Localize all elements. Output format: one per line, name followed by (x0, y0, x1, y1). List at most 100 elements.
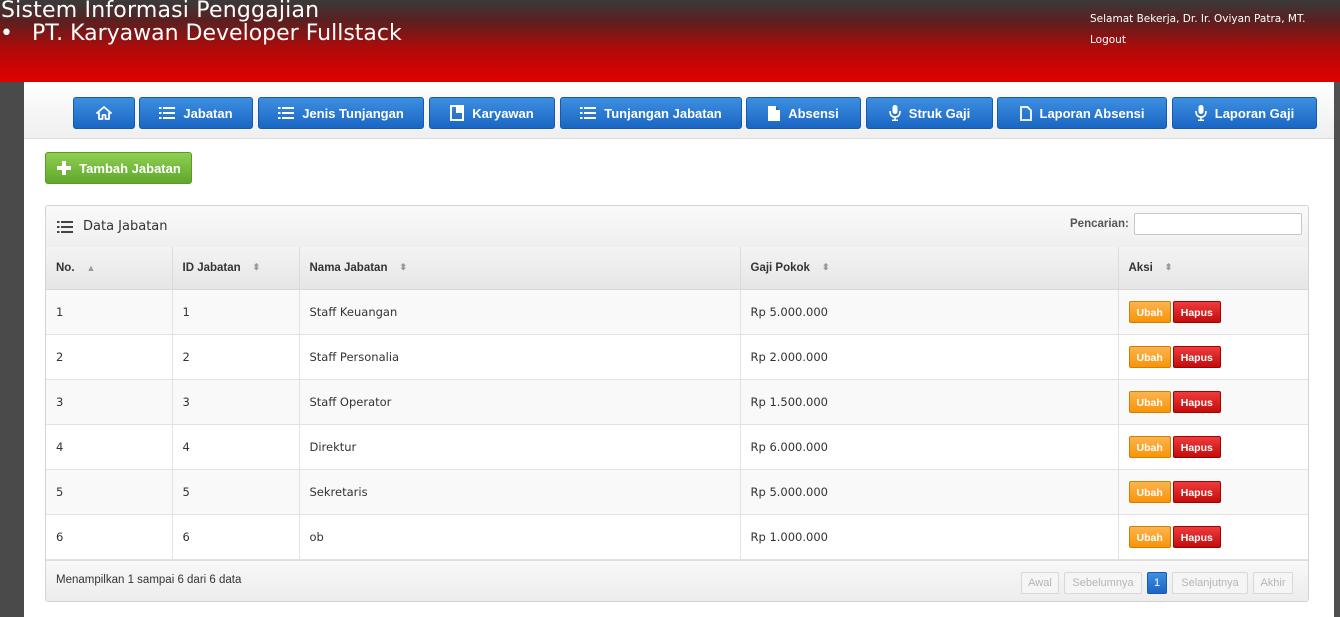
cell-gaji: Rp 2.000.000 (740, 334, 1119, 380)
add-jabatan-button[interactable]: Tambah Jabatan (45, 152, 192, 184)
column-header-id-jabatan[interactable]: ID Jabatan ⬍ (172, 247, 300, 290)
list-icon (159, 107, 176, 119)
nav-label: Absensi (788, 105, 839, 121)
cell-nama: ob (299, 514, 741, 560)
main-panel: Jabatan Jenis Tunjangan Karyawan Tunjang… (24, 82, 1334, 617)
nav-karyawan-button[interactable]: Karyawan (429, 97, 555, 129)
cell-no: 4 (46, 424, 173, 470)
plus-icon (57, 161, 72, 175)
pagination-next[interactable]: Selanjutnya (1172, 572, 1248, 594)
nav-laporan-gaji-button[interactable]: Laporan Gaji (1172, 97, 1317, 129)
cell-id: 1 (172, 289, 300, 335)
nav-label: Jabatan (183, 105, 233, 121)
column-header-label: Gaji Pokok (750, 262, 810, 274)
cell-no: 3 (46, 379, 173, 425)
cell-id: 6 (172, 514, 300, 560)
nav-absensi-button[interactable]: Absensi (746, 97, 861, 129)
table-row: 5 5 Sekretaris Rp 5.000.000 Ubah Hapus (46, 469, 1308, 515)
file-icon (768, 105, 781, 121)
column-header-no[interactable]: No. ▲ (46, 247, 173, 290)
add-jabatan-label: Tambah Jabatan (79, 160, 181, 176)
edit-button[interactable]: Ubah (1128, 346, 1171, 368)
logout-link[interactable]: Logout (1090, 34, 1126, 46)
delete-button[interactable]: Hapus (1172, 301, 1221, 323)
greeting-text: Selamat Bekerja, Dr. Ir. Oviyan Patra, M… (1090, 13, 1306, 25)
cell-id: 4 (172, 424, 300, 470)
delete-button[interactable]: Hapus (1172, 481, 1221, 503)
delete-button[interactable]: Hapus (1172, 391, 1221, 413)
cell-id: 2 (172, 334, 300, 380)
table-footer: Menampilkan 1 sampai 6 dari 6 data Awal … (46, 560, 1308, 601)
column-header-label: Nama Jabatan (309, 262, 388, 274)
pagination-page-1[interactable]: 1 (1147, 572, 1167, 594)
cell-aksi: Ubah Hapus (1118, 379, 1308, 425)
jabatan-table: No. ▲ ID Jabatan ⬍ Nama Jabatan ⬍ Gaji Poko… (46, 247, 1308, 560)
edit-button[interactable]: Ubah (1128, 391, 1171, 413)
table-row: 6 6 ob Rp 1.000.000 Ubah Hapus (46, 514, 1308, 560)
cell-nama: Staff Keuangan (299, 289, 741, 335)
edit-button[interactable]: Ubah (1128, 301, 1171, 323)
cell-gaji: Rp 1.000.000 (740, 514, 1119, 560)
nav-jenis-tunjangan-button[interactable]: Jenis Tunjangan (258, 97, 424, 129)
column-header-label: No. (56, 262, 75, 274)
edit-button[interactable]: Ubah (1128, 436, 1171, 458)
cell-nama: Staff Personalia (299, 334, 741, 380)
cell-gaji: Rp 5.000.000 (740, 469, 1119, 515)
sort-icon: ⬍ (1164, 262, 1173, 273)
delete-button[interactable]: Hapus (1172, 436, 1221, 458)
nav-home-button[interactable] (73, 97, 135, 129)
right-gutter (1334, 82, 1340, 617)
box-header: Data Jabatan Pencarian: (46, 206, 1308, 248)
home-icon (96, 106, 112, 120)
nav-label: Karyawan (472, 105, 534, 121)
app-header: Sistem Informasi Penggajian • PT. Karyawa… (0, 0, 1340, 82)
sort-icon: ⬍ (252, 262, 261, 273)
table-row: 2 2 Staff Personalia Rp 2.000.000 Ubah Ha… (46, 334, 1308, 380)
column-header-label: ID Jabatan (182, 262, 241, 274)
nav-label: Laporan Absensi (1039, 105, 1145, 121)
table-row: 1 1 Staff Keuangan Rp 5.000.000 Ubah Hapu… (46, 289, 1308, 335)
column-header-label: Aksi (1128, 262, 1153, 274)
list-icon (278, 107, 295, 119)
cell-aksi: Ubah Hapus (1118, 334, 1308, 380)
nav-tunjangan-jabatan-button[interactable]: Tunjangan Jabatan (560, 97, 742, 129)
cell-gaji: Rp 1.500.000 (740, 379, 1119, 425)
table-row: 4 4 Direktur Rp 6.000.000 Ubah Hapus (46, 424, 1308, 470)
nav-laporan-absensi-button[interactable]: Laporan Absensi (997, 97, 1167, 129)
nav-label: Laporan Gaji (1214, 105, 1295, 121)
nav-label: Jenis Tunjangan (302, 105, 404, 121)
box-title: Data Jabatan (83, 219, 168, 234)
sort-asc-icon: ▲ (86, 262, 96, 273)
nav-jabatan-button[interactable]: Jabatan (139, 97, 253, 129)
cell-aksi: Ubah Hapus (1118, 469, 1308, 515)
nav-struk-gaji-button[interactable]: Struk Gaji (866, 97, 993, 129)
delete-button[interactable]: Hapus (1172, 346, 1221, 368)
microphone-icon (1194, 105, 1207, 121)
cell-nama: Direktur (299, 424, 741, 470)
list-icon (57, 221, 73, 233)
search-input[interactable] (1134, 213, 1302, 235)
list-icon (580, 107, 597, 119)
sort-icon: ⬍ (821, 262, 830, 273)
cell-gaji: Rp 5.000.000 (740, 289, 1119, 335)
table-info: Menampilkan 1 sampai 6 dari 6 data (56, 574, 242, 586)
cell-aksi: Ubah Hapus (1118, 514, 1308, 560)
pagination-first[interactable]: Awal (1021, 572, 1059, 594)
column-header-aksi[interactable]: Aksi ⬍ (1118, 247, 1308, 290)
column-header-gaji-pokok[interactable]: Gaji Pokok ⬍ (740, 247, 1119, 290)
company-name: • PT. Karyawan Developer Fullstack (0, 22, 402, 46)
cell-aksi: Ubah Hapus (1118, 289, 1308, 335)
pagination-last[interactable]: Akhir (1253, 572, 1293, 594)
pagination-prev[interactable]: Sebelumnya (1064, 572, 1142, 594)
table-header-row: No. ▲ ID Jabatan ⬍ Nama Jabatan ⬍ Gaji Poko… (46, 247, 1308, 290)
delete-button[interactable]: Hapus (1172, 526, 1221, 548)
search-label: Pencarian: (1070, 218, 1129, 230)
cell-no: 5 (46, 469, 173, 515)
nav-bar: Jabatan Jenis Tunjangan Karyawan Tunjang… (24, 82, 1334, 139)
nav-label: Tunjangan Jabatan (604, 105, 722, 121)
bullet-icon: • (0, 21, 13, 46)
edit-button[interactable]: Ubah (1128, 526, 1171, 548)
book-icon (450, 105, 465, 121)
edit-button[interactable]: Ubah (1128, 481, 1171, 503)
column-header-nama-jabatan[interactable]: Nama Jabatan ⬍ (299, 247, 741, 290)
